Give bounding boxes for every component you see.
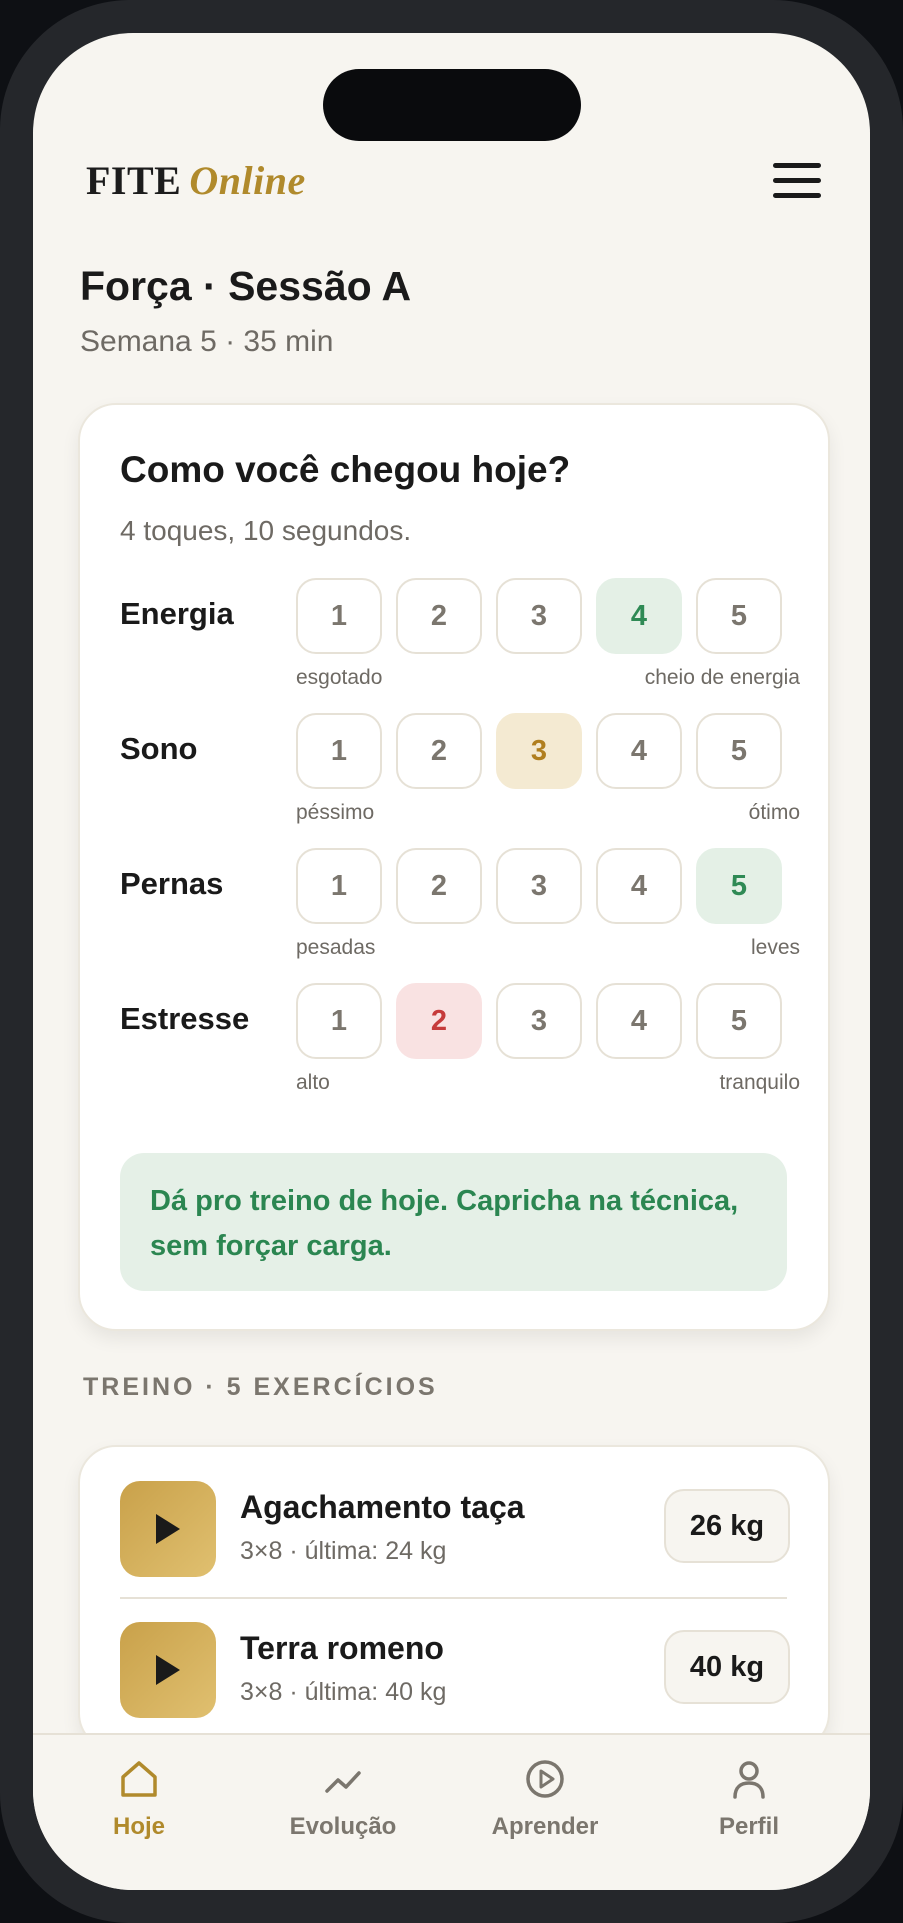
page-subtitle: Semana 5 · 35 min (80, 325, 334, 358)
tab-label: Perfil (718, 1813, 780, 1840)
play-icon[interactable] (120, 1481, 216, 1577)
rating-label: Pernas (120, 866, 224, 901)
rating-option[interactable]: 5 (696, 983, 782, 1059)
rating-row-pernas: Pernas 1 2 3 4 5 pesadas leves (120, 848, 800, 968)
readiness-advice: Dá pro treino de hoje. Capricha na técni… (120, 1153, 787, 1291)
rating-label: Estresse (120, 1001, 250, 1036)
home-icon (121, 1761, 157, 1797)
checkin-card: Como você chegou hoje? 4 toques, 10 segu… (78, 403, 830, 1331)
trend-icon (325, 1771, 361, 1793)
rating-option[interactable]: 1 (296, 848, 382, 924)
rating-option[interactable]: 4 (596, 848, 682, 924)
rating-option[interactable]: 3 (496, 848, 582, 924)
page-title: Força · Sessão A (80, 263, 412, 309)
rating-label: Sono (120, 731, 198, 766)
app-screen: FITE Online Força · Sessão A Semana 5 · 3… (33, 33, 870, 1890)
rating-high-hint: leves (750, 936, 800, 959)
rating-row-sono: Sono 1 2 3 4 5 péssimo ótimo (120, 713, 800, 833)
menu-icon[interactable] (773, 163, 821, 203)
rating-row-energia: Energia 1 2 3 4 5 esgotado cheio de ener… (120, 578, 800, 698)
user-icon (733, 1761, 765, 1799)
play-icon[interactable] (120, 1622, 216, 1718)
brand-accent: Online (189, 158, 306, 203)
tab-label: Aprender (491, 1813, 599, 1840)
tab-label: Hoje (112, 1813, 165, 1840)
phone-frame: FITE Online Força · Sessão A Semana 5 · 3… (0, 0, 903, 1923)
rating-low-hint: pesadas (296, 936, 376, 959)
brand-logo: FITE Online (86, 157, 306, 204)
tab-bar: Hoje Evolução Aprender Perfil (33, 1733, 870, 1890)
rating-option[interactable]: 5 (696, 578, 782, 654)
workout-section-title: TREINO · 5 EXERCÍCIOS (83, 1373, 438, 1401)
rating-low-hint: alto (296, 1071, 330, 1094)
rating-low-hint: esgotado (296, 666, 383, 689)
rating-option[interactable]: 4 (596, 983, 682, 1059)
exercise-name: Terra romeno (240, 1630, 444, 1666)
checkin-title: Como você chegou hoje? (120, 449, 571, 490)
checkin-subtitle: 4 toques, 10 segundos. (120, 515, 412, 546)
play-circle-icon (526, 1760, 564, 1798)
rating-option[interactable]: 2 (396, 713, 482, 789)
tab-evolucao[interactable]: Evolução (263, 1757, 423, 1841)
exercise-item[interactable]: Terra romeno 3×8 · última: 40 kg 40 kg (120, 1622, 790, 1722)
rating-option[interactable]: 4 (596, 713, 682, 789)
rating-option[interactable]: 5 (696, 713, 782, 789)
rating-option[interactable]: 2 (396, 578, 482, 654)
rating-option[interactable]: 2 (396, 848, 482, 924)
rating-label: Energia (120, 596, 234, 631)
rating-option-selected[interactable]: 4 (596, 578, 682, 654)
rating-option[interactable]: 1 (296, 983, 382, 1059)
rating-option[interactable]: 1 (296, 578, 382, 654)
rating-option[interactable]: 3 (496, 983, 582, 1059)
rating-low-hint: péssimo (296, 801, 375, 824)
brand-name: FITE (86, 158, 182, 203)
tab-label: Evolução (289, 1813, 397, 1840)
rating-option-selected[interactable]: 5 (696, 848, 782, 924)
rating-high-hint: ótimo (748, 801, 800, 824)
rating-high-hint: tranquilo (719, 1071, 800, 1094)
exercise-meta: 3×8 · última: 24 kg (240, 1537, 447, 1565)
rating-row-estresse: Estresse 1 2 3 4 5 alto tranquilo (120, 983, 800, 1103)
rating-option-selected[interactable]: 3 (496, 713, 582, 789)
tab-perfil[interactable]: Perfil (669, 1757, 829, 1841)
workout-card: Agachamento taça 3×8 · última: 24 kg 26 … (78, 1445, 830, 1751)
exercise-meta: 3×8 · última: 40 kg (240, 1678, 447, 1706)
rating-option[interactable]: 1 (296, 713, 382, 789)
rating-high-hint: cheio de energia (644, 666, 800, 689)
rating-option-selected[interactable]: 2 (396, 983, 482, 1059)
exercise-name: Agachamento taça (240, 1489, 525, 1525)
exercise-item[interactable]: Agachamento taça 3×8 · última: 24 kg 26 … (120, 1481, 790, 1581)
dynamic-island (323, 69, 581, 141)
exercise-load-button[interactable]: 40 kg (664, 1630, 790, 1704)
exercise-load-button[interactable]: 26 kg (664, 1489, 790, 1563)
rating-option[interactable]: 3 (496, 578, 582, 654)
divider (120, 1597, 787, 1599)
tab-aprender[interactable]: Aprender (465, 1757, 625, 1841)
tab-hoje[interactable]: Hoje (59, 1757, 219, 1841)
